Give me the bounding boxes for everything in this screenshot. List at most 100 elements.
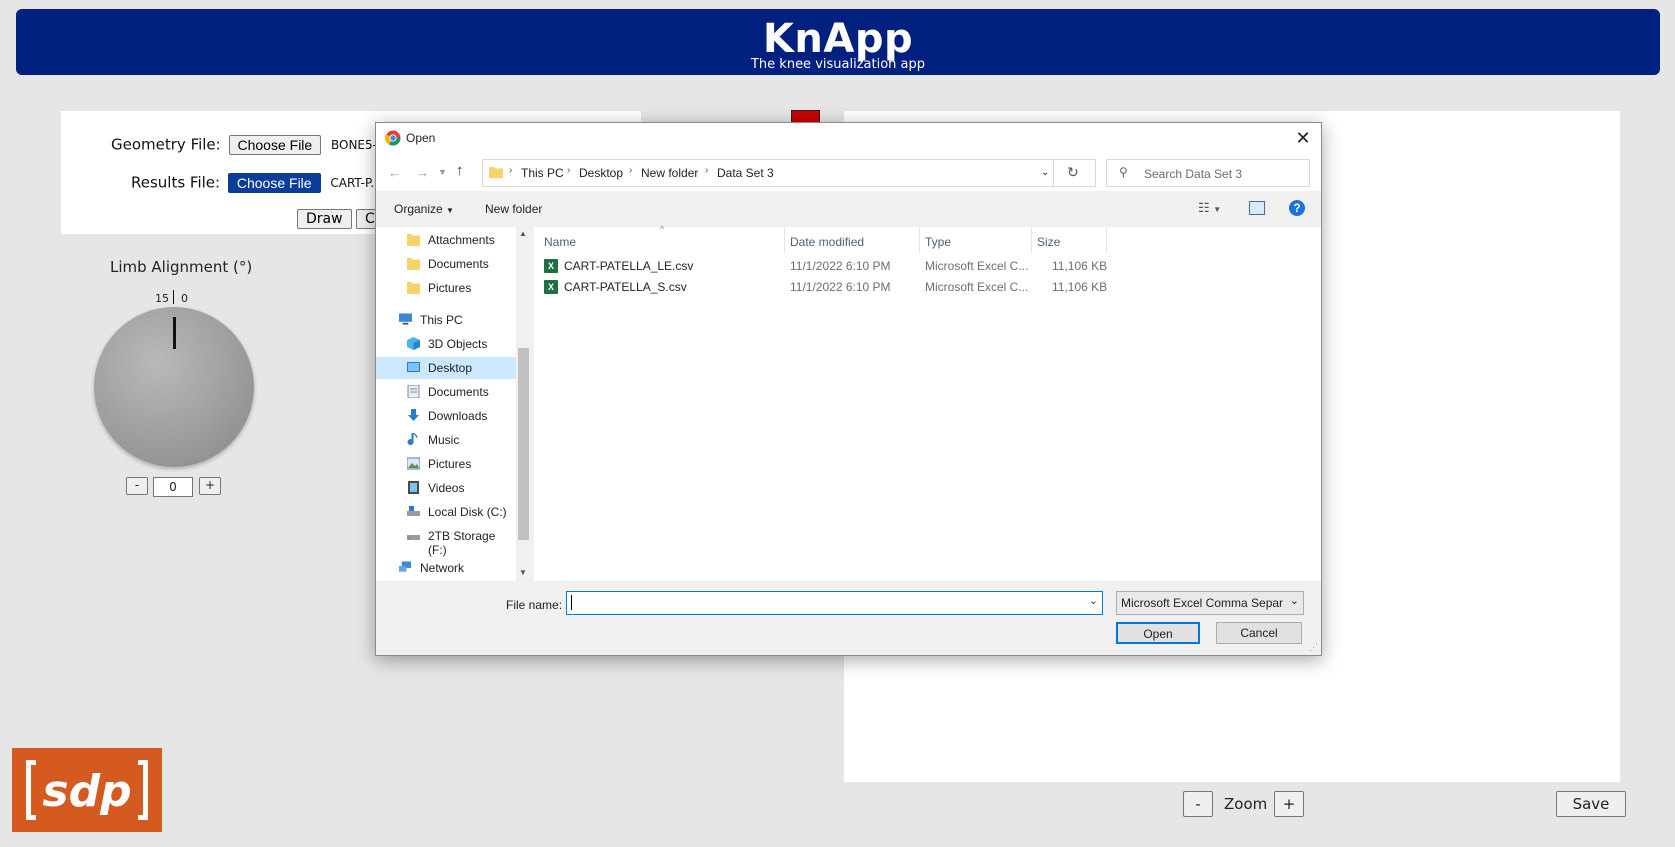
- recent-locations-icon[interactable]: ▼: [438, 167, 447, 177]
- nav-item-label: Documents: [428, 385, 489, 399]
- nav-item-downloads[interactable]: Downloads: [376, 405, 516, 427]
- view-options-icon[interactable]: ☷ ▼: [1198, 200, 1221, 216]
- dialog-title: Open: [406, 131, 436, 145]
- column-date-modified[interactable]: Date modified: [790, 235, 864, 249]
- scrollbar-thumb[interactable]: [518, 348, 529, 540]
- nav-item-attachments[interactable]: Attachments: [376, 229, 516, 251]
- resize-grip-icon[interactable]: ⋰: [1309, 642, 1318, 653]
- geometry-row: Geometry File: Choose File BONE5-...DU: [111, 135, 406, 155]
- file-name-label: File name:: [506, 598, 563, 612]
- nav-item-label: Videos: [428, 481, 465, 495]
- file-type-cell: Microsoft Excel C...: [925, 259, 1029, 273]
- file-type-value: Microsoft Excel Comma Separa: [1121, 596, 1283, 610]
- nav-item-documents[interactable]: Documents: [376, 381, 516, 403]
- cancel-button[interactable]: Cancel: [1216, 622, 1302, 644]
- nav-item-2tb-storage-f[interactable]: 2TB Storage (F:): [376, 525, 516, 557]
- limb-alignment-value[interactable]: 0: [153, 477, 193, 497]
- nav-item-label: 3D Objects: [428, 337, 488, 351]
- nav-item-label: Desktop: [428, 361, 473, 375]
- navigation-row: ← → ▼ ↑ › This PC › Desktop › New folder…: [376, 153, 1321, 191]
- column-divider[interactable]: [1031, 227, 1032, 253]
- organize-menu[interactable]: Organize ▼: [394, 202, 454, 216]
- nav-item-network[interactable]: Network: [376, 557, 516, 579]
- folder-icon: [407, 282, 420, 294]
- results-file-label: Results File:: [131, 173, 221, 192]
- draw-button[interactable]: Draw: [297, 209, 352, 229]
- nav-item-label: Pictures: [428, 457, 472, 471]
- file-name-input[interactable]: ⌄: [566, 591, 1103, 615]
- nav-item-pictures-quick[interactable]: Pictures: [376, 277, 516, 299]
- nav-item-local-disk-c[interactable]: Local Disk (C:): [376, 501, 516, 523]
- save-button[interactable]: Save: [1556, 791, 1626, 817]
- scroll-down-icon[interactable]: ▼: [519, 568, 527, 577]
- folder-icon: [407, 234, 420, 246]
- file-date-cell: 11/1/2022 6:10 PM: [790, 280, 891, 294]
- file-name-cell: CART-PATELLA_LE.csv: [564, 259, 694, 273]
- sort-indicator-icon: ^: [660, 224, 665, 234]
- cube-icon: [407, 337, 420, 350]
- table-row[interactable]: X CART-PATELLA_S.csv 11/1/2022 6:10 PM M…: [534, 277, 1114, 297]
- column-divider[interactable]: [1106, 227, 1107, 253]
- breadcrumb-this-pc[interactable]: This PC: [521, 166, 564, 180]
- limb-increment-button[interactable]: +: [199, 477, 221, 495]
- nav-item-label: Network: [420, 561, 465, 575]
- dialog-title-bar: Open ✕: [376, 123, 1321, 153]
- forward-arrow-icon[interactable]: →: [416, 165, 429, 180]
- nav-item-label: This PC: [420, 313, 463, 327]
- chevron-down-icon[interactable]: ⌄: [1041, 167, 1049, 178]
- nav-item-documents-quick[interactable]: Documents: [376, 253, 516, 275]
- file-size-cell: 11,106 KB: [1052, 259, 1108, 273]
- column-type[interactable]: Type: [925, 235, 951, 249]
- column-divider[interactable]: [784, 227, 785, 253]
- zoom-out-button[interactable]: -: [1183, 791, 1213, 817]
- column-name[interactable]: Name: [544, 235, 576, 249]
- nav-item-label: 2TB Storage (F:): [428, 529, 496, 557]
- app-header: KnApp The knee visualization app: [16, 9, 1660, 75]
- nav-item-label: Downloads: [428, 409, 488, 423]
- nav-scrollbar[interactable]: ▲ ▼: [516, 227, 531, 581]
- back-arrow-icon[interactable]: ←: [388, 165, 401, 180]
- breadcrumb-new-folder[interactable]: New folder: [641, 166, 698, 180]
- search-icon: ⚲: [1119, 165, 1128, 179]
- nav-item-videos[interactable]: Videos: [376, 477, 516, 499]
- column-size[interactable]: Size: [1037, 235, 1060, 249]
- new-folder-button[interactable]: New folder: [485, 202, 542, 216]
- nav-item-3d-objects[interactable]: 3D Objects: [376, 333, 516, 355]
- open-button[interactable]: Open: [1116, 622, 1200, 644]
- chevron-down-icon: ⌄: [1289, 595, 1299, 607]
- preview-pane-icon[interactable]: [1249, 201, 1265, 215]
- help-icon[interactable]: ?: [1289, 200, 1305, 216]
- nav-item-pictures[interactable]: Pictures: [376, 453, 516, 475]
- breadcrumb-separator-icon: ›: [629, 165, 633, 176]
- excel-file-icon: X: [544, 259, 558, 273]
- drive-icon: [407, 535, 420, 540]
- close-icon[interactable]: ✕: [1293, 128, 1313, 149]
- nav-item-this-pc[interactable]: This PC: [376, 309, 516, 331]
- limb-decrement-button[interactable]: -: [126, 477, 148, 495]
- sdp-logo-graphic: sdp: [26, 760, 148, 820]
- dialog-bottom-area: File name: ⌄ Microsoft Excel Comma Separ…: [376, 581, 1321, 655]
- nav-item-desktop[interactable]: Desktop: [376, 357, 516, 379]
- refresh-icon[interactable]: ↻: [1067, 164, 1079, 181]
- breadcrumb-desktop[interactable]: Desktop: [579, 166, 623, 180]
- app-title: KnApp: [762, 16, 914, 62]
- up-arrow-icon[interactable]: ↑: [456, 162, 464, 179]
- geometry-choose-file-button[interactable]: Choose File: [228, 135, 322, 155]
- scroll-up-icon[interactable]: ▲: [519, 229, 527, 238]
- table-row[interactable]: X CART-PATELLA_LE.csv 11/1/2022 6:10 PM …: [534, 256, 1114, 276]
- column-divider[interactable]: [919, 227, 920, 253]
- search-input[interactable]: ⚲ Search Data Set 3: [1106, 159, 1310, 187]
- results-choose-file-button[interactable]: Choose File: [227, 173, 321, 193]
- file-type-select[interactable]: Microsoft Excel Comma Separa ⌄: [1116, 591, 1304, 615]
- address-bar[interactable]: › This PC › Desktop › New folder › Data …: [482, 159, 1096, 187]
- nav-item-label: Pictures: [428, 281, 472, 295]
- limb-alignment-knob[interactable]: [94, 307, 254, 467]
- chevron-down-icon[interactable]: ⌄: [1089, 594, 1098, 607]
- zoom-in-button[interactable]: +: [1274, 791, 1304, 817]
- computer-icon: [399, 313, 412, 325]
- geometry-file-label: Geometry File:: [111, 135, 221, 154]
- pictures-icon: [407, 457, 420, 470]
- breadcrumb-data-set-3[interactable]: Data Set 3: [717, 166, 774, 180]
- network-icon: [399, 561, 412, 572]
- nav-item-music[interactable]: Music: [376, 429, 516, 451]
